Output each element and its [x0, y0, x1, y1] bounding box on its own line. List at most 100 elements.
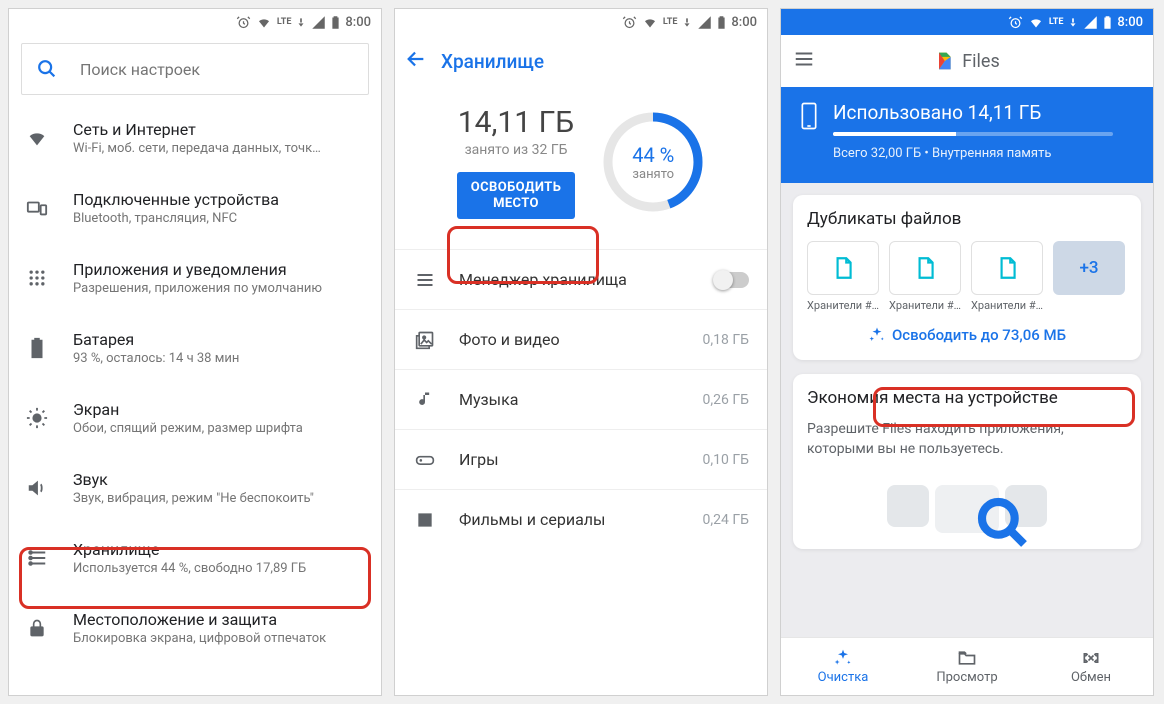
row-movies[interactable]: Фильмы и сериалы 0,24 ГБ	[395, 489, 767, 549]
row-label: Музыка	[459, 390, 681, 409]
row-music[interactable]: Музыка 0,26 ГБ	[395, 369, 767, 429]
nav-label: Просмотр	[936, 670, 997, 685]
back-icon[interactable]	[405, 48, 427, 75]
files-usage: Использовано 14,11 ГБ Всего 32,00 ГБ • В…	[781, 87, 1153, 183]
dup-item[interactable]: Хранители #…	[889, 241, 961, 312]
lock-icon	[23, 617, 51, 639]
volume-icon	[23, 477, 51, 499]
row-games[interactable]: Игры 0,10 ГБ	[395, 429, 767, 489]
row-title: Приложения и уведомления	[73, 260, 367, 279]
row-security[interactable]: Местоположение и защитаБлокировка экрана…	[9, 593, 381, 663]
ring-percent: 44 %	[632, 143, 674, 167]
row-label: Фильмы и сериалы	[459, 510, 681, 529]
row-sub: Используется 44 %, свободно 17,89 ГБ	[73, 561, 367, 576]
dup-more[interactable]: +3	[1053, 241, 1125, 295]
row-display[interactable]: ЭкранОбои, спящий режим, размер шрифта	[9, 383, 381, 453]
share-icon	[1081, 648, 1101, 668]
files-logo-icon	[934, 51, 954, 71]
image-icon	[413, 330, 437, 350]
apps-icon	[23, 268, 51, 288]
signal-down-icon	[1068, 16, 1078, 29]
music-icon	[413, 390, 437, 410]
devices-icon	[23, 197, 51, 219]
card-duplicates: Дубликаты файлов Хранители #… Хранители …	[793, 195, 1141, 360]
ring-label: занято	[632, 167, 674, 182]
dup-item[interactable]: Хранители #…	[807, 241, 879, 312]
storage-list: Менеджер хранилища Фото и видео 0,18 ГБ …	[395, 249, 767, 549]
row-title: Батарея	[73, 330, 367, 349]
nav-clean[interactable]: Очистка	[781, 638, 905, 695]
appbar-title: Хранилище	[441, 50, 544, 73]
settings-list: Сеть и ИнтернетWi-Fi, моб. сети, передач…	[9, 103, 381, 695]
battery-icon	[717, 15, 726, 30]
dup-item[interactable]: Хранители #…	[971, 241, 1043, 312]
row-label: Менеджер хранилища	[459, 270, 693, 289]
free-btn-line2: МЕСТО	[493, 196, 539, 211]
row-sub: Обои, спящий режим, размер шрифта	[73, 421, 367, 436]
signal-down-icon	[296, 16, 306, 29]
phone-storage: LTE 8:00 Хранилище 14,11 ГБ занято из 32…	[394, 8, 768, 696]
status-bar: LTE 8:00	[9, 9, 381, 35]
free-up-link[interactable]: Освободить до 73,06 МБ	[807, 326, 1127, 344]
brightness-icon	[23, 407, 51, 429]
row-connected-devices[interactable]: Подключенные устройстваBluetooth, трансл…	[9, 173, 381, 243]
row-title: Звук	[73, 470, 367, 489]
row-label: Фото и видео	[459, 330, 681, 349]
files-appbar: Files	[781, 35, 1153, 87]
row-network[interactable]: Сеть и ИнтернетWi-Fi, моб. сети, передач…	[9, 103, 381, 173]
sparkle-icon	[833, 648, 853, 668]
alarm-icon	[622, 15, 637, 30]
row-storage[interactable]: ХранилищеИспользуется 44 %, свободно 17,…	[9, 523, 381, 593]
nav-browse[interactable]: Просмотр	[905, 638, 1029, 695]
dup-name: Хранители #…	[889, 299, 961, 312]
status-bar: LTE 8:00	[781, 9, 1153, 35]
row-value: 0,24 ГБ	[703, 512, 749, 528]
row-storage-manager[interactable]: Менеджер хранилища	[395, 249, 767, 309]
free-btn-line1: ОСВОБОДИТЬ	[471, 180, 562, 195]
magnifier-icon	[975, 495, 1031, 555]
row-title: Сеть и Интернет	[73, 120, 367, 139]
lte-label: LTE	[277, 17, 292, 27]
row-sub: 93 %, осталось: 14 ч 38 мин	[73, 351, 367, 366]
free-up-label: Освободить до 73,06 МБ	[892, 326, 1066, 344]
search-icon	[36, 58, 58, 80]
clock-label: 8:00	[1117, 15, 1143, 30]
toggle-storage-manager[interactable]	[715, 272, 749, 288]
wifi-icon	[1028, 15, 1044, 30]
wifi-icon	[23, 127, 51, 149]
usage-sub: Всего 32,00 ГБ • Внутренняя память	[833, 146, 1113, 161]
sparkle-icon	[868, 326, 886, 344]
clock-label: 8:00	[345, 15, 371, 30]
menu-icon[interactable]	[793, 48, 815, 74]
files-body: Дубликаты файлов Хранители #… Хранители …	[781, 183, 1153, 637]
clock-label: 8:00	[731, 15, 757, 30]
dup-name: Хранители #…	[807, 299, 879, 312]
search-placeholder: Поиск настроек	[80, 60, 200, 79]
nav-share[interactable]: Обмен	[1029, 638, 1153, 695]
row-battery[interactable]: Батарея 93 %, осталось: 14 ч 38 мин	[9, 313, 381, 383]
usage-bar	[833, 132, 1113, 136]
dup-name: Хранители #…	[971, 299, 1043, 312]
storage-appbar: Хранилище	[395, 35, 767, 87]
card-title: Дубликаты файлов	[807, 209, 1127, 229]
row-photos[interactable]: Фото и видео 0,18 ГБ	[395, 309, 767, 369]
file-icon	[912, 255, 938, 281]
row-sub: Bluetooth, трансляция, NFC	[73, 211, 367, 226]
file-icon	[994, 255, 1020, 281]
card-sub: Разрешите Files находить приложения, кот…	[807, 420, 1127, 459]
row-title: Местоположение и защита	[73, 610, 367, 629]
row-sound[interactable]: ЗвукЗвук, вибрация, режим "Не беспокоить…	[9, 453, 381, 523]
bottom-nav: Очистка Просмотр Обмен	[781, 637, 1153, 695]
signal-icon	[1083, 15, 1098, 30]
row-apps[interactable]: Приложения и уведомленияРазрешения, прил…	[9, 243, 381, 313]
storage-icon	[23, 547, 51, 569]
free-space-button[interactable]: ОСВОБОДИТЬ МЕСТО	[457, 172, 576, 219]
phone-icon	[799, 101, 819, 135]
used-sub: занято из 32 ГБ	[457, 142, 576, 158]
row-value: 0,18 ГБ	[703, 332, 749, 348]
brand-label: Files	[962, 51, 1000, 72]
signal-icon	[311, 15, 326, 30]
card-title: Экономия места на устройстве	[807, 388, 1127, 408]
storage-icon	[413, 270, 437, 290]
search-settings[interactable]: Поиск настроек	[21, 43, 369, 95]
